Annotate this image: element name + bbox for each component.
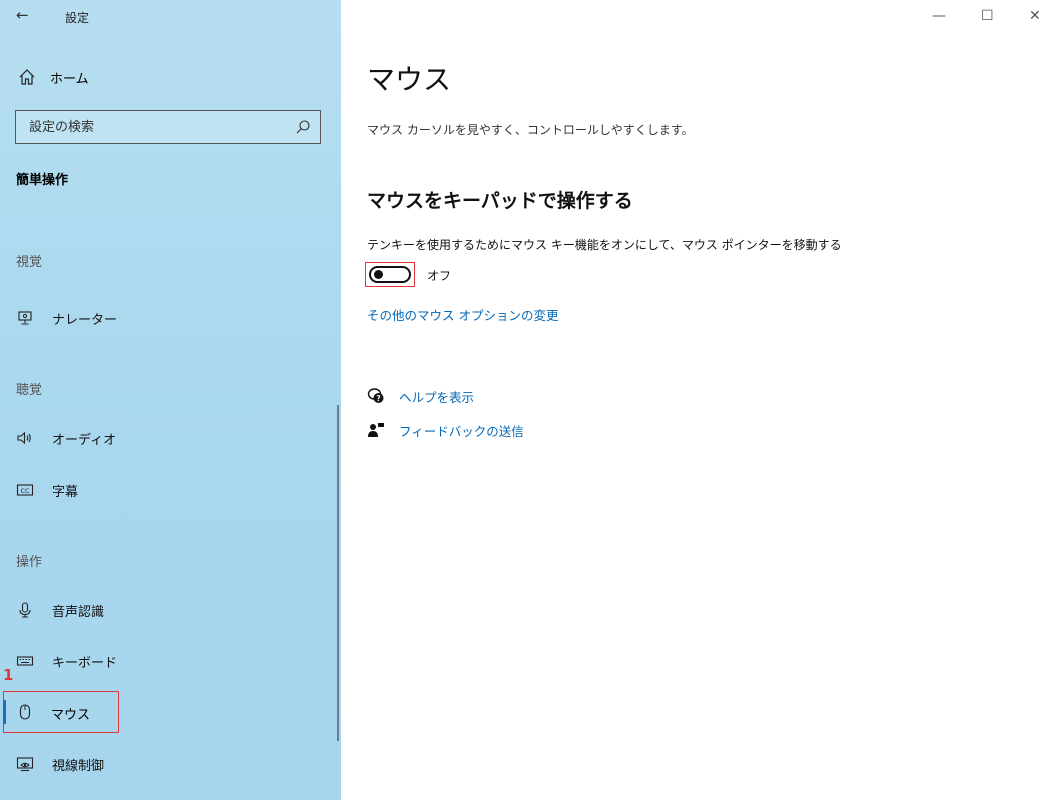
sidebar-item-label: 音声認識 bbox=[52, 604, 105, 620]
sidebar-item-mouse[interactable]: マウス bbox=[3, 691, 119, 733]
selection-indicator bbox=[3, 700, 6, 724]
help-row[interactable]: ? ヘルプを表示 bbox=[367, 386, 474, 406]
sidebar-item-eye-control[interactable]: 視線制御 bbox=[16, 753, 104, 775]
svg-text:CC: CC bbox=[20, 487, 30, 495]
audio-icon bbox=[17, 431, 31, 445]
feedback-icon bbox=[368, 423, 384, 437]
sidebar-item-label: キーボード bbox=[52, 655, 118, 671]
sidebar-item-label: オーディオ bbox=[52, 432, 117, 448]
narrator-icon bbox=[18, 311, 32, 325]
group-heading-vision: 視覚 bbox=[16, 255, 43, 270]
sidebar: ← 設定 ホーム 簡単操作 視覚 ナレーター 聴覚 オーディオ bbox=[0, 0, 341, 800]
main-content: — ☐ ✕ マウス マウス カーソルを見やすく、コントロールしやすくします。 マ… bbox=[341, 0, 1062, 800]
keyboard-icon bbox=[16, 656, 34, 666]
mouse-icon bbox=[19, 704, 31, 720]
feedback-row[interactable]: フィードバックの送信 bbox=[367, 420, 524, 440]
toggle-knob bbox=[374, 270, 383, 279]
sidebar-item-label: 字幕 bbox=[52, 484, 79, 500]
sidebar-scrollbar[interactable] bbox=[337, 405, 339, 741]
feedback-link[interactable]: フィードバックの送信 bbox=[399, 421, 524, 440]
sidebar-item-narrator[interactable]: ナレーター bbox=[16, 307, 117, 329]
sidebar-item-label: ホーム bbox=[50, 71, 89, 87]
search-input[interactable] bbox=[16, 118, 294, 136]
sidebar-item-captions[interactable]: CC 字幕 bbox=[16, 479, 78, 501]
back-icon[interactable]: ← bbox=[16, 6, 29, 24]
minimize-icon[interactable]: — bbox=[932, 8, 946, 24]
section-title: マウスをキーパッドで操作する bbox=[367, 190, 633, 212]
toggle-highlight bbox=[365, 262, 415, 287]
group-heading-interaction: 操作 bbox=[16, 555, 43, 570]
mouse-keys-label: テンキーを使用するためにマウス キー機能をオンにして、マウス ポインターを移動す… bbox=[367, 238, 842, 252]
sidebar-item-label: マウス bbox=[51, 708, 91, 723]
search-box[interactable] bbox=[15, 110, 321, 144]
home-icon bbox=[19, 69, 35, 85]
sidebar-item-label: ナレーター bbox=[52, 312, 118, 328]
sidebar-item-audio[interactable]: オーディオ bbox=[16, 427, 116, 449]
search-icon[interactable] bbox=[294, 118, 312, 136]
sidebar-item-speech[interactable]: 音声認識 bbox=[16, 599, 104, 621]
mouse-keys-toggle[interactable] bbox=[369, 266, 411, 283]
more-mouse-options-link[interactable]: その他のマウス オプションの変更 bbox=[367, 305, 558, 324]
maximize-icon[interactable]: ☐ bbox=[981, 8, 994, 24]
svg-text:?: ? bbox=[376, 394, 380, 403]
window-title: 設定 bbox=[65, 11, 90, 25]
toggle-state-label: オフ bbox=[427, 269, 452, 283]
page-title: マウス bbox=[367, 63, 452, 96]
eye-control-icon bbox=[16, 757, 34, 772]
sidebar-item-home[interactable]: ホーム bbox=[18, 66, 89, 88]
help-link[interactable]: ヘルプを表示 bbox=[399, 387, 474, 406]
microphone-icon bbox=[19, 602, 31, 618]
sidebar-item-label: 視線制御 bbox=[52, 758, 105, 774]
group-heading-hearing: 聴覚 bbox=[16, 383, 43, 398]
help-icon: ? bbox=[367, 388, 384, 403]
step-marker-1: 1 bbox=[3, 666, 14, 684]
sidebar-item-keyboard[interactable]: キーボード bbox=[16, 650, 117, 672]
close-icon[interactable]: ✕ bbox=[1029, 8, 1041, 24]
page-description: マウス カーソルを見やすく、コントロールしやすくします。 bbox=[367, 123, 694, 137]
caption-icon: CC bbox=[16, 484, 34, 496]
section-title: 簡単操作 bbox=[16, 173, 69, 188]
